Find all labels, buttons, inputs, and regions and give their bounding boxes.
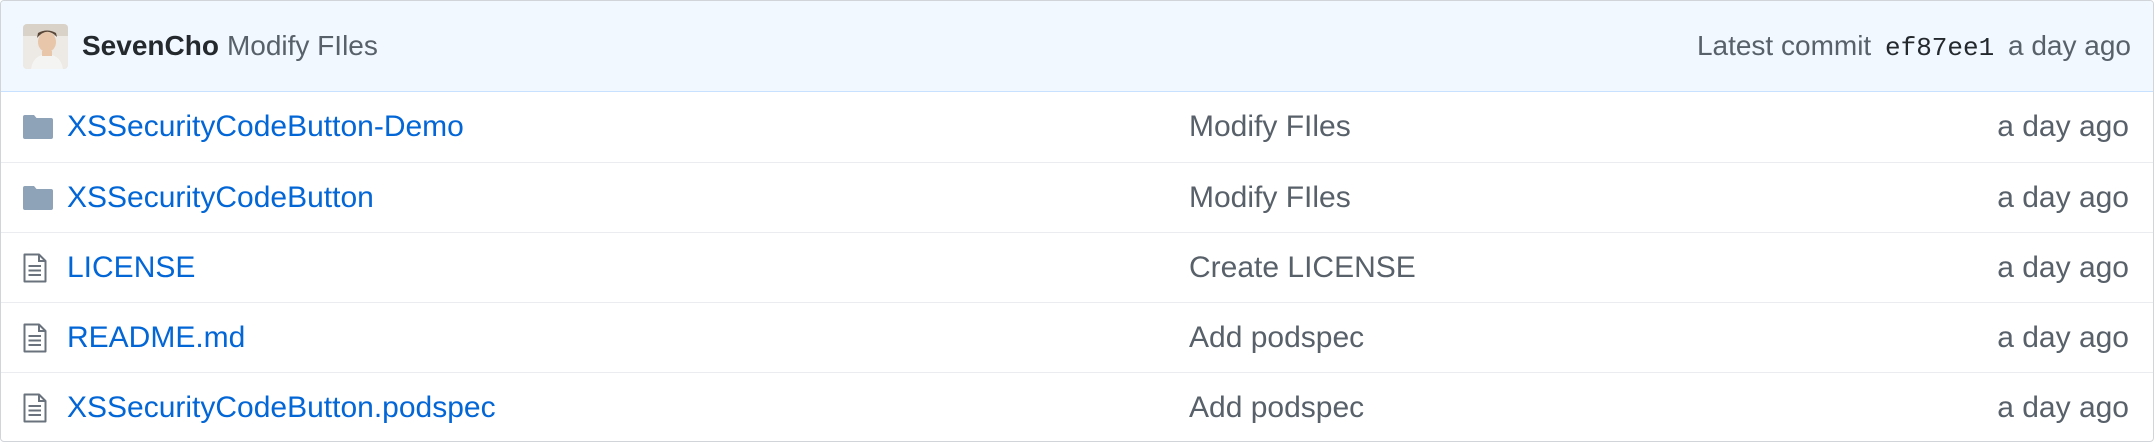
- latest-commit-info: Latest commit ef87ee1 a day ago: [1697, 30, 2131, 63]
- file-name-link[interactable]: README.md: [67, 321, 245, 355]
- folder-icon: [1, 115, 67, 139]
- file-name-link[interactable]: XSSecurityCodeButton: [67, 181, 374, 215]
- avatar[interactable]: [23, 23, 68, 69]
- file-row: XSSecurityCodeButton.podspec Add podspec…: [1, 372, 2153, 441]
- file-row: XSSecurityCodeButton-Demo Modify FIles a…: [1, 92, 2153, 162]
- file-name-link[interactable]: XSSecurityCodeButton.podspec: [67, 391, 496, 425]
- file-commit-message-link[interactable]: Add podspec: [1189, 391, 1364, 425]
- file-age: a day ago: [1997, 110, 2129, 143]
- file-age: a day ago: [1997, 250, 2129, 284]
- commit-message-link[interactable]: Modify FIles: [227, 30, 378, 62]
- file-name-link[interactable]: XSSecurityCodeButton-Demo: [67, 110, 464, 144]
- file-age: a day ago: [1997, 320, 2129, 354]
- commit-author-link[interactable]: SevenCho: [82, 30, 219, 62]
- commit-sha-link[interactable]: ef87ee1: [1885, 33, 1994, 63]
- file-age: a day ago: [1997, 390, 2129, 424]
- file-text-icon: [1, 323, 67, 353]
- file-commit-message-link[interactable]: Add podspec: [1189, 321, 1364, 355]
- folder-icon: [1, 185, 67, 210]
- file-table: SevenCho Modify FIles Latest commit ef87…: [0, 0, 2154, 442]
- file-name-link[interactable]: LICENSE: [67, 251, 195, 285]
- file-row: README.md Add podspec a day ago: [1, 302, 2153, 372]
- user-avatar-photo-icon: [23, 23, 68, 69]
- commit-tease: SevenCho Modify FIles Latest commit ef87…: [1, 1, 2153, 92]
- file-text-icon: [1, 393, 67, 423]
- file-commit-message-link[interactable]: Modify FIles: [1189, 181, 1351, 215]
- file-list: XSSecurityCodeButton-Demo Modify FIles a…: [1, 92, 2153, 441]
- commit-age: a day ago: [2008, 29, 2131, 61]
- file-row: LICENSE Create LICENSE a day ago: [1, 232, 2153, 302]
- file-age: a day ago: [1997, 180, 2129, 214]
- file-text-icon: [1, 253, 67, 283]
- file-commit-message-link[interactable]: Create LICENSE: [1189, 251, 1416, 285]
- file-commit-message-link[interactable]: Modify FIles: [1189, 110, 1351, 144]
- file-row: XSSecurityCodeButton Modify FIles a day …: [1, 162, 2153, 232]
- latest-commit-label: Latest commit: [1696, 29, 1872, 61]
